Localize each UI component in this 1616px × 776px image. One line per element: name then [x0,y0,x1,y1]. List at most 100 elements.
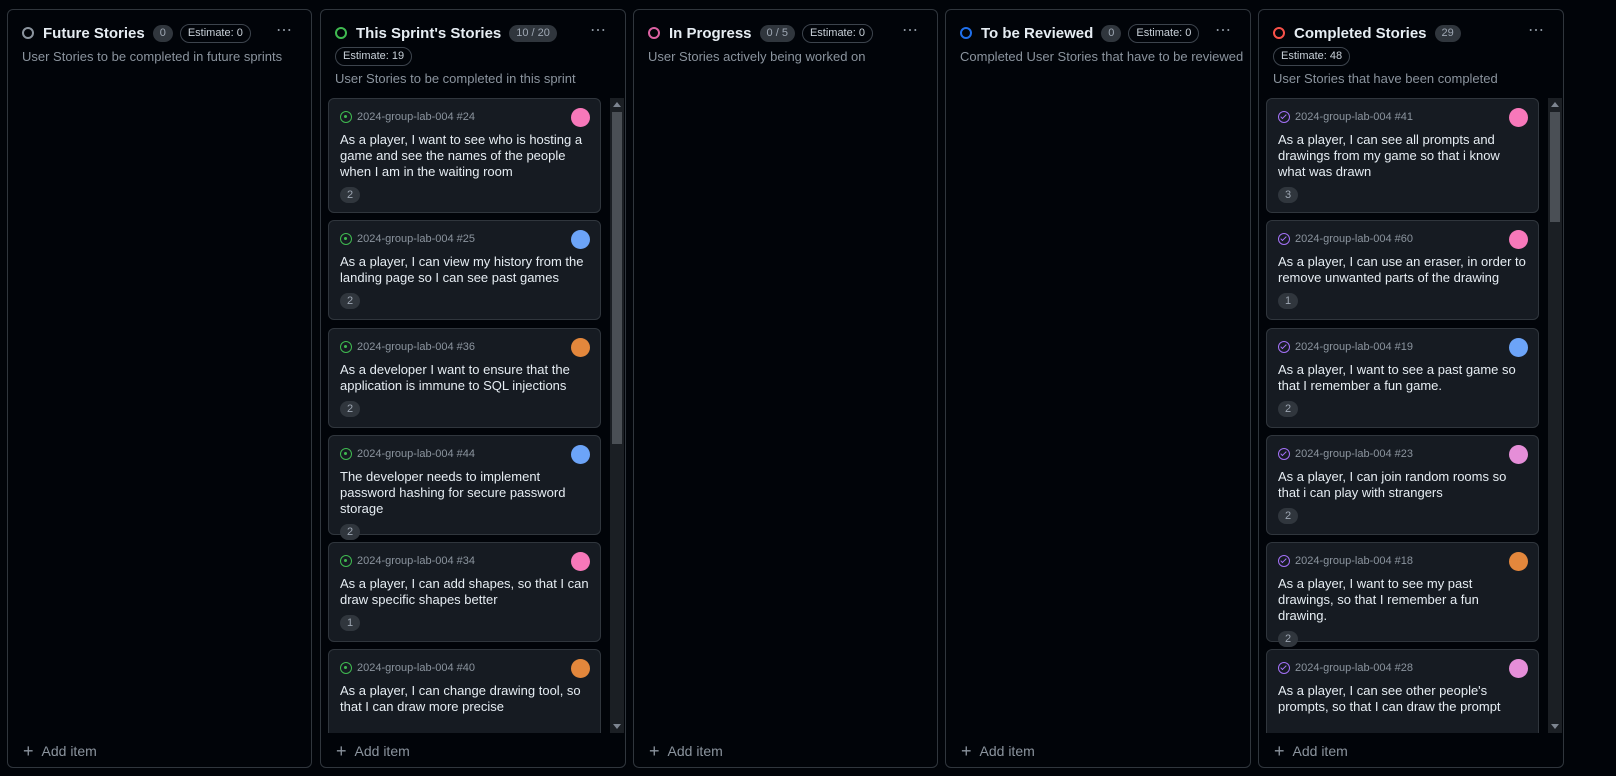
story-card[interactable]: 2024-group-lab-004 #34 As a player, I can… [328,542,601,642]
column-header: To be Reviewed 0 Estimate: 0 Completed U… [960,20,1243,64]
card-title[interactable]: As a player, I can change drawing tool, … [340,683,589,715]
add-item-button[interactable]: + Add item [649,742,723,760]
issue-reference-link[interactable]: 2024-group-lab-004 #44 [357,448,475,460]
scroll-down-icon[interactable] [1551,724,1559,729]
column-header: Future Stories 0 Estimate: 0 User Storie… [22,22,297,64]
add-item-label: Add item [1292,743,1348,759]
column-this-sprint-stories: This Sprint's Stories 10 / 20 Estimate: … [320,9,626,768]
story-card[interactable]: 2024-group-lab-004 #18 As a player, I wan… [1266,542,1539,647]
column-options-icon[interactable]: ⋯ [1528,20,1545,40]
estimate-badge: Estimate: 0 [179,23,251,43]
column-description: User Stories that have been completed [1273,71,1498,86]
story-card[interactable]: 2024-group-lab-004 #25 As a player, I can… [328,220,601,320]
column-options-icon[interactable]: ⋯ [590,20,607,40]
issue-reference-link[interactable]: 2024-group-lab-004 #23 [1295,448,1413,460]
assignee-avatar[interactable] [571,230,590,249]
assignee-avatar[interactable] [1509,659,1528,678]
card-meta: 2024-group-lab-004 #28 [1278,657,1527,679]
issue-reference-link[interactable]: 2024-group-lab-004 #40 [357,662,475,674]
issue-reference-link[interactable]: 2024-group-lab-004 #18 [1295,555,1413,567]
add-item-label: Add item [354,743,410,759]
story-card[interactable]: 2024-group-lab-004 #19 As a player, I wan… [1266,328,1539,428]
assignee-avatar[interactable] [1509,108,1528,127]
assignee-avatar[interactable] [571,338,590,357]
card-list-scrollbar[interactable] [610,98,624,733]
status-circle-icon [648,27,660,39]
estimate-badge: Estimate: 0 [801,23,873,43]
card-title[interactable]: As a player, I want to see a past game s… [1278,362,1527,394]
story-card[interactable]: 2024-group-lab-004 #40 As a player, I can… [328,649,601,733]
item-count-badge: 0 [152,24,173,42]
card-meta: 2024-group-lab-004 #60 [1278,228,1527,250]
story-card[interactable]: 2024-group-lab-004 #24 As a player, I wan… [328,98,601,213]
assignee-avatar[interactable] [571,659,590,678]
card-meta: 2024-group-lab-004 #36 [340,336,589,358]
issue-reference-link[interactable]: 2024-group-lab-004 #34 [357,555,475,567]
add-item-button[interactable]: + Add item [961,742,1035,760]
story-card[interactable]: 2024-group-lab-004 #23 As a player, I can… [1266,435,1539,535]
card-title[interactable]: As a player, I can use an eraser, in ord… [1278,254,1527,286]
issue-closed-icon [1278,341,1290,353]
card-title[interactable]: As a developer I want to ensure that the… [340,362,589,394]
assignee-avatar[interactable] [571,445,590,464]
issue-closed-icon [1278,448,1290,460]
issue-closed-icon [1278,662,1290,674]
story-card[interactable]: 2024-group-lab-004 #60 As a player, I can… [1266,220,1539,320]
card-list: 2024-group-lab-004 #24 As a player, I wan… [328,98,601,733]
story-card[interactable]: 2024-group-lab-004 #41 As a player, I can… [1266,98,1539,213]
issue-reference-link[interactable]: 2024-group-lab-004 #60 [1295,233,1413,245]
issue-reference-link[interactable]: 2024-group-lab-004 #25 [357,233,475,245]
card-meta: 2024-group-lab-004 #25 [340,228,589,250]
column-options-icon[interactable]: ⋯ [902,20,919,40]
add-item-button[interactable]: + Add item [336,741,410,761]
assignee-avatar[interactable] [571,552,590,571]
scrollbar-thumb[interactable] [1550,112,1560,222]
assignee-avatar[interactable] [1509,445,1528,464]
assignee-avatar[interactable] [1509,230,1528,249]
card-title[interactable]: As a player, I can join random rooms so … [1278,469,1527,501]
story-card[interactable]: 2024-group-lab-004 #44 The developer need… [328,435,601,540]
card-title[interactable]: As a player, I can view my history from … [340,254,589,286]
item-count-badge: 10 / 20 [509,24,557,42]
estimate-badge: Estimate: 48 [1273,47,1351,66]
card-title[interactable]: As a player, I want to see who is hostin… [340,132,589,180]
card-meta: 2024-group-lab-004 #18 [1278,550,1527,572]
issue-reference-link[interactable]: 2024-group-lab-004 #19 [1295,341,1413,353]
card-title[interactable]: As a player, I can see all prompts and d… [1278,132,1527,180]
column-options-icon[interactable]: ⋯ [276,20,293,40]
issue-reference-link[interactable]: 2024-group-lab-004 #41 [1295,111,1413,123]
scroll-up-icon[interactable] [1551,102,1559,107]
item-count-badge: 0 [1101,24,1122,42]
issue-reference-link[interactable]: 2024-group-lab-004 #36 [357,341,475,353]
card-title[interactable]: As a player, I can add shapes, so that I… [340,576,589,608]
issue-open-icon [340,555,352,567]
scrollbar-thumb[interactable] [612,112,622,444]
scroll-up-icon[interactable] [613,102,621,107]
card-list-scrollbar[interactable] [1548,98,1562,733]
issue-open-icon [340,233,352,245]
issue-reference-link[interactable]: 2024-group-lab-004 #24 [357,111,475,123]
add-item-label: Add item [979,743,1035,759]
column-to-be-reviewed: To be Reviewed 0 Estimate: 0 Completed U… [945,9,1251,768]
card-meta: 2024-group-lab-004 #19 [1278,336,1527,358]
card-title[interactable]: As a player, I can see other people's pr… [1278,683,1527,715]
column-description: User Stories to be completed in this spr… [335,71,576,86]
assignee-avatar[interactable] [1509,552,1528,571]
card-title[interactable]: As a player, I want to see my past drawi… [1278,576,1527,624]
assignee-avatar[interactable] [1509,338,1528,357]
add-item-button[interactable]: + Add item [23,742,97,760]
issue-reference-link[interactable]: 2024-group-lab-004 #28 [1295,662,1413,674]
add-item-button[interactable]: + Add item [1274,742,1348,760]
column-options-icon[interactable]: ⋯ [1215,20,1232,40]
plus-icon: + [336,741,347,761]
story-points-badge: 2 [340,524,361,540]
story-points-badge: 3 [1278,187,1299,203]
scroll-down-icon[interactable] [613,724,621,729]
story-card[interactable]: 2024-group-lab-004 #36 As a developer I w… [328,328,601,428]
assignee-avatar[interactable] [571,108,590,127]
estimate-badge: Estimate: 0 [1128,23,1200,43]
story-card[interactable]: 2024-group-lab-004 #28 As a player, I can… [1266,649,1539,733]
card-title[interactable]: The developer needs to implement passwor… [340,469,589,517]
add-item-label: Add item [41,743,97,759]
story-points-badge: 2 [1278,508,1299,524]
